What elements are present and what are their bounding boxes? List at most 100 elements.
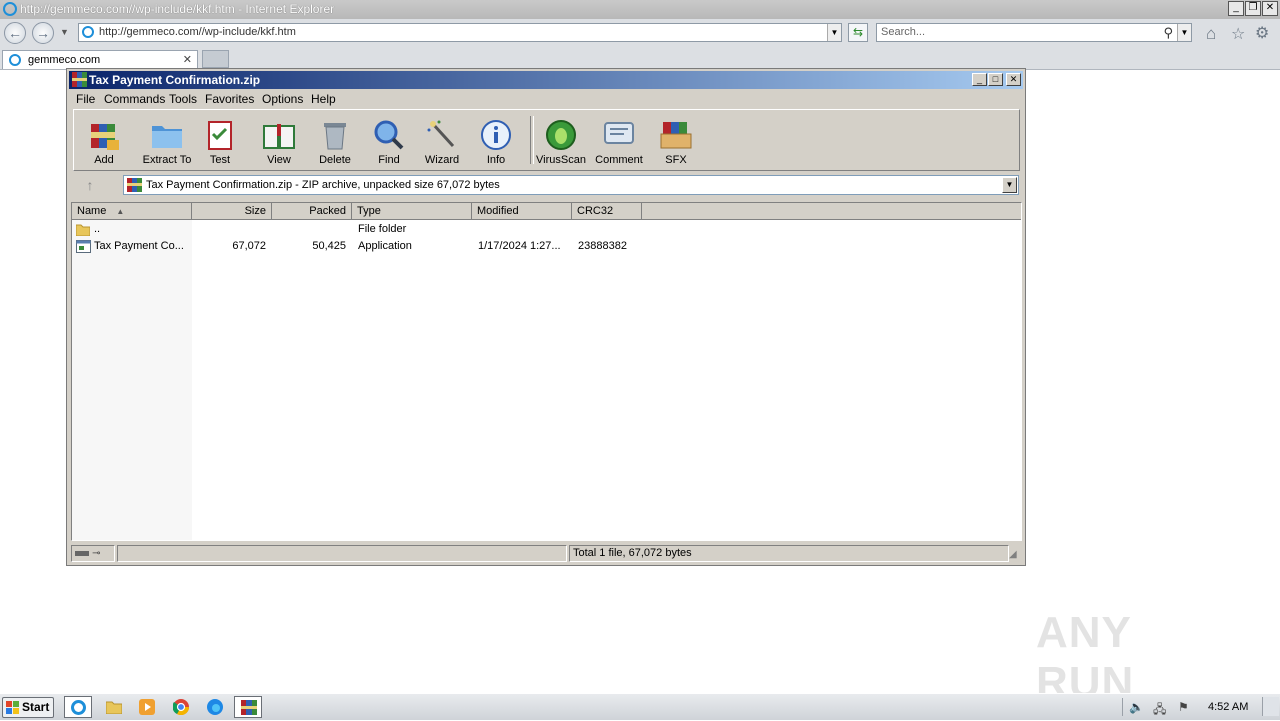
resize-grip-icon[interactable]: ◢: [1009, 549, 1017, 560]
column-header-packed[interactable]: Packed: [272, 203, 352, 220]
ie-logo-icon: [3, 2, 17, 16]
edge-icon: [207, 699, 223, 715]
favorites-star-icon[interactable]: ☆: [1231, 24, 1245, 44]
wizard-label: Wizard: [424, 154, 460, 166]
archive-icon: [127, 178, 142, 192]
new-tab-button[interactable]: [202, 50, 229, 68]
taskbar-chrome-button[interactable]: [167, 696, 195, 718]
restore-button[interactable]: ❐: [1245, 1, 1261, 16]
sfx-button[interactable]: SFX: [654, 116, 698, 168]
up-arrow-icon[interactable]: ↑: [79, 176, 101, 194]
menu-file[interactable]: File: [76, 92, 95, 106]
winrar-menu-bar: File Commands Tools Favorites Options He…: [69, 89, 1023, 108]
find-button[interactable]: Find: [370, 116, 408, 168]
taskbar-winrar-button[interactable]: [234, 696, 262, 718]
page-ie-icon: [82, 26, 94, 38]
virusscan-button[interactable]: VirusScan: [536, 116, 586, 168]
delete-label: Delete: [319, 154, 351, 166]
sort-ascending-icon: ▲: [116, 207, 125, 216]
home-icon[interactable]: ⌂: [1206, 24, 1216, 44]
column-header-name[interactable]: Name ▲: [72, 203, 192, 220]
address-dropdown-icon[interactable]: ▼: [827, 24, 841, 41]
search-input[interactable]: Search...: [881, 26, 925, 38]
virusscan-label: VirusScan: [536, 154, 586, 166]
close-button[interactable]: ✕: [1262, 1, 1278, 16]
history-dropdown-icon[interactable]: ▼: [60, 27, 69, 37]
tab-label: gemmeco.com: [28, 54, 101, 66]
column-header-type[interactable]: Type: [352, 203, 472, 220]
extract-to-button[interactable]: Extract To: [136, 116, 198, 168]
search-icon[interactable]: ⚲: [1163, 25, 1173, 41]
row-name: Tax Payment Co...: [94, 240, 184, 252]
wizard-button[interactable]: Wizard: [420, 116, 464, 168]
search-box[interactable]: Search... ⚲ ▼: [876, 23, 1192, 42]
view-button[interactable]: View: [256, 116, 302, 168]
forward-button[interactable]: →: [32, 22, 54, 44]
winrar-status-bar: ⊸ Total 1 file, 67,072 bytes ◢: [71, 544, 1022, 564]
media-player-icon: [139, 699, 155, 715]
chrome-icon: [173, 699, 189, 715]
clock[interactable]: 4:52 AM: [1208, 701, 1248, 713]
row-crc32: 23888382: [578, 240, 627, 252]
browser-title-bar: http://gemmeco.com//wp-include/kkf.htm -…: [0, 0, 1280, 19]
show-desktop-button[interactable]: [1262, 697, 1279, 716]
winrar-icon: [241, 700, 257, 715]
parent-folder-icon: [76, 224, 90, 236]
path-dropdown-icon[interactable]: ▼: [1002, 177, 1017, 193]
test-label: Test: [209, 154, 231, 166]
address-url[interactable]: http://gemmeco.com//wp-include/kkf.htm: [99, 26, 296, 38]
delete-button[interactable]: Delete: [314, 116, 356, 168]
row-type: Application: [358, 240, 412, 252]
taskbar-explorer-button[interactable]: [100, 696, 128, 718]
magic-wand-icon: [427, 120, 455, 148]
tab-gemmeco[interactable]: gemmeco.com ✕: [2, 50, 198, 69]
table-row[interactable]: .. File folder: [72, 222, 1021, 238]
table-row[interactable]: Tax Payment Co... 67,072 50,425 Applicat…: [72, 239, 1021, 255]
winrar-minimize-button[interactable]: _: [972, 73, 987, 86]
info-button[interactable]: Info: [478, 116, 514, 168]
browser-navigation-bar: ← → ▼ http://gemmeco.com//wp-include/kkf…: [0, 19, 1280, 48]
menu-commands[interactable]: Commands: [104, 92, 165, 106]
add-archive-icon: [91, 124, 119, 150]
tab-close-icon[interactable]: ✕: [183, 53, 192, 66]
volume-icon[interactable]: 🔈: [1129, 700, 1145, 714]
archive-path-box[interactable]: Tax Payment Confirmation.zip - ZIP archi…: [123, 175, 1019, 195]
status-total-pane: Total 1 file, 67,072 bytes: [569, 545, 1009, 562]
tray-separator: [1122, 698, 1123, 716]
compatibility-refresh-icon[interactable]: ⇆: [848, 23, 868, 42]
trash-icon: [324, 123, 346, 150]
address-bar[interactable]: http://gemmeco.com//wp-include/kkf.htm ▼: [78, 23, 842, 42]
column-header-modified[interactable]: Modified: [472, 203, 572, 220]
winrar-maximize-button[interactable]: □: [988, 73, 1003, 86]
info-icon: [481, 120, 511, 150]
menu-help[interactable]: Help: [311, 92, 336, 106]
menu-tools[interactable]: Tools: [169, 92, 197, 106]
start-button[interactable]: Start: [2, 697, 54, 718]
menu-options[interactable]: Options: [262, 92, 303, 106]
network-icon[interactable]: 🖧: [1153, 700, 1169, 716]
bug-icon: [546, 120, 576, 150]
winrar-icon: [72, 72, 87, 87]
column-header-crc32[interactable]: CRC32: [572, 203, 642, 220]
view-label: View: [267, 154, 291, 166]
winrar-close-button[interactable]: ✕: [1006, 73, 1021, 86]
column-header-size[interactable]: Size: [192, 203, 272, 220]
find-label: Find: [378, 154, 400, 166]
gear-icon[interactable]: ⚙: [1255, 23, 1269, 43]
comment-button[interactable]: Comment: [594, 116, 644, 168]
row-type: File folder: [358, 223, 407, 235]
search-dropdown-icon[interactable]: ▼: [1177, 24, 1191, 41]
minimize-button[interactable]: _: [1228, 1, 1244, 16]
row-name: ..: [94, 223, 101, 235]
winrar-title: Tax Payment Confirmation.zip: [89, 73, 261, 87]
add-button[interactable]: Add: [80, 116, 128, 168]
back-button[interactable]: ←: [4, 22, 26, 44]
action-center-flag-icon[interactable]: ⚑: [1178, 700, 1194, 714]
taskbar-ie-button[interactable]: [64, 696, 92, 718]
test-button[interactable]: Test: [200, 116, 240, 168]
column-name-label: Name: [77, 205, 107, 217]
winrar-title-bar: Tax Payment Confirmation.zip _ □ ✕: [69, 71, 1023, 89]
menu-favorites[interactable]: Favorites: [205, 92, 254, 106]
taskbar-media-player-button[interactable]: [133, 696, 161, 718]
taskbar-edge-button[interactable]: [201, 696, 229, 718]
